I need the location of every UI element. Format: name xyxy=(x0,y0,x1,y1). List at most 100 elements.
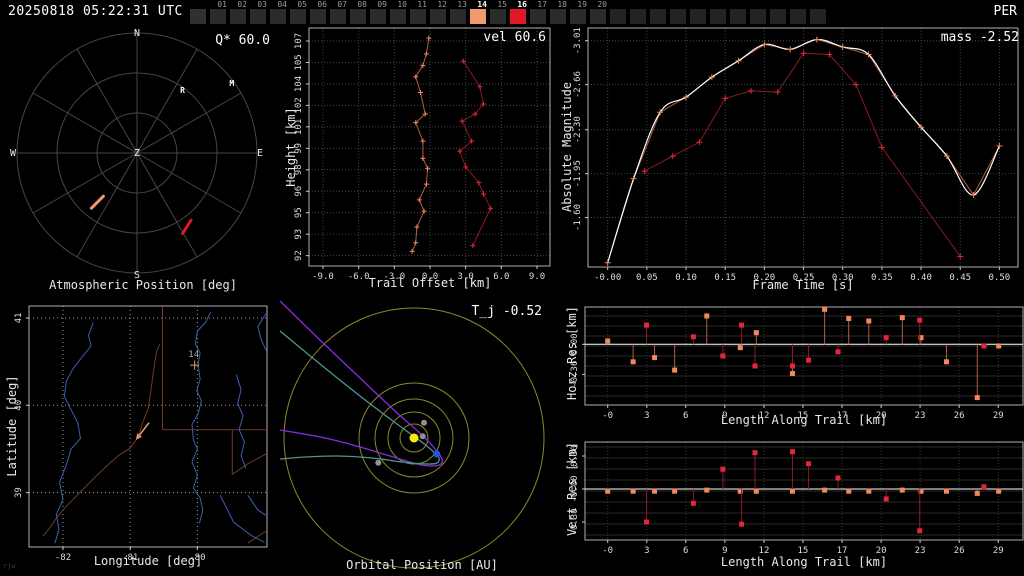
station-box-fill xyxy=(230,9,246,24)
svg-text:0.10: 0.10 xyxy=(675,273,697,283)
svg-text:R: R xyxy=(180,86,185,95)
meteor-tracks xyxy=(89,194,193,235)
magnitude-ylabel: Absolute Magnitude xyxy=(560,81,574,213)
svg-text:29: 29 xyxy=(993,546,1004,556)
velocity-annotation: vel 60.6 xyxy=(483,30,546,45)
station-box-fill xyxy=(410,9,426,24)
station-box xyxy=(750,0,767,24)
station-box-blank xyxy=(710,9,726,24)
svg-text:0.35: 0.35 xyxy=(871,273,893,283)
svg-text:3: 3 xyxy=(644,546,649,556)
svg-text:93: 93 xyxy=(294,229,304,240)
station-box xyxy=(790,0,807,24)
station-box-16: 16 xyxy=(510,0,527,24)
station-box-blank xyxy=(650,9,666,24)
station-box-19: 19 xyxy=(570,0,587,24)
svg-text:-0: -0 xyxy=(602,546,613,556)
station-box-17: 17 xyxy=(530,0,547,24)
axes: -0 3 6 9 12 15 17 20 23 26 290.30-0.00-0.30 xyxy=(570,441,1024,556)
station-box-05: 05 xyxy=(290,0,307,24)
station-box-08: 08 xyxy=(350,0,367,24)
station-box-04: 04 xyxy=(270,0,287,24)
station-box-blank xyxy=(190,9,206,24)
svg-text:Z: Z xyxy=(134,148,140,159)
svg-text:23: 23 xyxy=(915,546,926,556)
station-box-20: 20 xyxy=(590,0,607,24)
svg-text:6.0: 6.0 xyxy=(493,272,509,282)
svg-text:41: 41 xyxy=(14,313,24,324)
planet-venus xyxy=(421,419,427,426)
ground-track-canvas: -82 -81 -8041403914 xyxy=(14,305,268,563)
station-box-fill xyxy=(210,9,226,24)
horz-res-xlabel: Length Along Trail [km] xyxy=(720,413,888,427)
station-box-18: 18 xyxy=(550,0,567,24)
station-box-14: 14 xyxy=(470,0,487,24)
svg-text:14: 14 xyxy=(188,350,199,360)
station-box xyxy=(670,0,687,24)
station-box-blank xyxy=(810,9,826,24)
svg-text:-82: -82 xyxy=(55,553,71,563)
svg-text:-1.95: -1.95 xyxy=(573,160,583,187)
panel-light-curve: -0.00 0.05 0.10 0.15 0.20 0.25 0.30 0.35 0.40 0.4… xyxy=(560,24,1024,296)
panel-orbital-position: T_j -0.52 Orbital Position [AU] xyxy=(280,296,564,576)
orbital-position-canvas xyxy=(280,300,545,569)
panel-trail-offset: -9.0 -6.0 -3.0 0.0 3.0 6.0 9.0 92 93 95 96 98 99 101 1… xyxy=(280,24,560,296)
svg-text:0.45: 0.45 xyxy=(949,273,971,283)
trail-offset-xlabel: Trail Offset [km] xyxy=(368,276,492,290)
svg-text:95: 95 xyxy=(294,207,304,218)
station-box-fill xyxy=(510,9,526,24)
svg-text:104: 104 xyxy=(294,76,304,92)
station-box-fill xyxy=(310,9,326,24)
tisserand-annotation: T_j -0.52 xyxy=(471,304,542,319)
panel-atmospheric-position: NSWEZRM Q* 60.0 Atmospheric Position [de… xyxy=(0,24,280,296)
trail-offset-canvas: -9.0 -6.0 -3.0 0.0 3.0 6.0 9.09293959698991011… xyxy=(294,27,551,282)
track-station-16 xyxy=(181,218,193,235)
station-box-blank xyxy=(670,9,686,24)
station-box-fill xyxy=(330,9,346,24)
svg-text:29: 29 xyxy=(993,411,1004,421)
axes: -0 3 6 9 12 15 17 20 23 26 290.00-0.36 xyxy=(570,306,1024,421)
svg-text:E: E xyxy=(257,148,263,159)
light-curve-canvas: -0.00 0.05 0.10 0.15 0.20 0.25 0.30 0.35 0.40 0.4… xyxy=(573,27,1019,283)
svg-text:0.40: 0.40 xyxy=(910,273,932,283)
track-station-14 xyxy=(89,194,105,210)
svg-text:0.50: 0.50 xyxy=(989,273,1011,283)
svg-text:6: 6 xyxy=(683,546,688,556)
station-box-03: 03 xyxy=(250,0,267,24)
station-box-fill xyxy=(390,9,406,24)
svg-text:39: 39 xyxy=(14,487,24,498)
station-box-15: 15 xyxy=(490,0,507,24)
station-box-10: 10 xyxy=(390,0,407,24)
svg-text:W: W xyxy=(10,148,17,159)
svg-text:92: 92 xyxy=(294,250,304,261)
top-status-bar: 20250818 05:22:31 UTC 01 02 03 04 05 06 07 08 09… xyxy=(0,0,1024,24)
rivers xyxy=(54,311,267,544)
svg-text:96: 96 xyxy=(294,186,304,197)
station-box-12: 12 xyxy=(430,0,447,24)
svg-text:-6.0: -6.0 xyxy=(348,272,370,282)
mass-annotation: mass -2.52 xyxy=(940,30,1019,45)
sun xyxy=(409,433,419,443)
atmospheric-position-title: Atmospheric Position [deg] xyxy=(49,278,237,292)
watermark: rjw xyxy=(3,562,16,570)
station-box-fill xyxy=(370,9,386,24)
q-star-annotation: Q* 60.0 xyxy=(215,33,270,48)
svg-text:107: 107 xyxy=(294,33,304,49)
station-box-blank xyxy=(690,9,706,24)
station-box-02: 02 xyxy=(230,0,247,24)
station-box xyxy=(190,0,207,24)
svg-text:-3.01: -3.01 xyxy=(573,27,583,54)
svg-text:-2.30: -2.30 xyxy=(573,116,583,143)
station-box xyxy=(650,0,667,24)
svg-text:6: 6 xyxy=(683,411,688,421)
series-station-14 xyxy=(409,35,432,254)
svg-text:-0: -0 xyxy=(602,411,613,421)
station-box-blank xyxy=(750,9,766,24)
panel-horz-residuals: -0 3 6 9 12 15 17 20 23 26 29 0.00 -0.36 Length Alon… xyxy=(564,296,1024,436)
orbital-position-title: Orbital Position [AU] xyxy=(346,558,498,572)
svg-text:-2.66: -2.66 xyxy=(573,71,583,98)
utc-timestamp: 20250818 05:22:31 UTC xyxy=(8,4,183,19)
event-summary-display: 20250818 05:22:31 UTC 01 02 03 04 05 06 07 08 09… xyxy=(0,0,1024,576)
svg-text:26: 26 xyxy=(954,411,965,421)
residuals-station-16 xyxy=(644,317,987,369)
